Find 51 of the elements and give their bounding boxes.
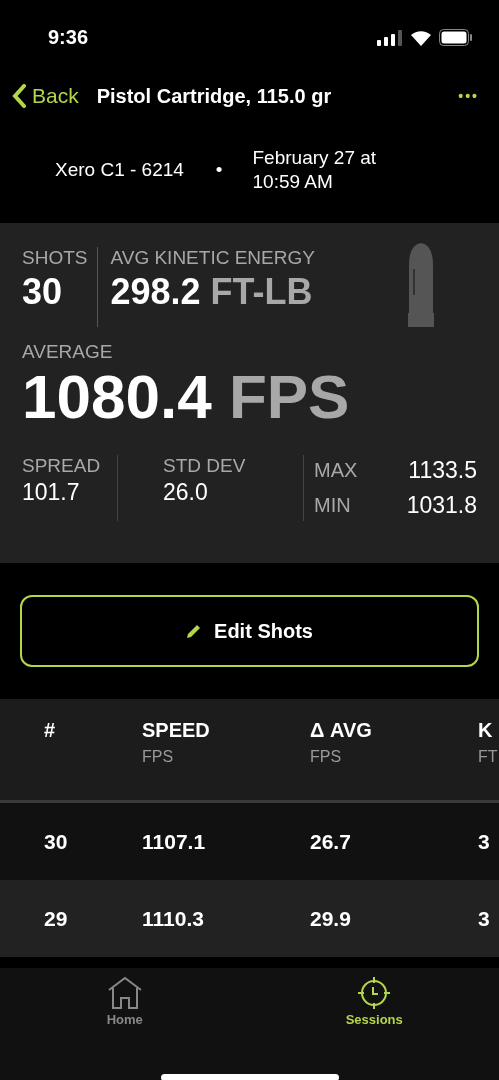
table-cell: 29.9 (310, 906, 351, 930)
stat-label: SPREAD (22, 455, 102, 478)
column-header: # (44, 719, 57, 742)
average-speed: 1080.4 (22, 362, 212, 431)
column-header: K (478, 719, 494, 742)
battery-icon (439, 29, 473, 46)
table-cell: 1110.3 (142, 906, 204, 930)
stat-label: MAX (314, 459, 359, 483)
stat-value: 26.0 (163, 479, 209, 507)
chevron-left-icon (12, 84, 26, 108)
stat-value: 298.2 (110, 271, 201, 312)
pencil-icon (186, 623, 203, 639)
stat-value: 1133.5 (407, 457, 477, 485)
stat-label: STD DEV (163, 455, 247, 478)
table-cell: 29 (44, 906, 68, 930)
home-icon (106, 976, 143, 1010)
column-header: SPEED (142, 719, 211, 742)
signal-icon (377, 29, 403, 46)
column-unit: FPS (142, 748, 175, 766)
edit-shots-button[interactable]: Edit Shots (20, 595, 479, 667)
unit-label: FPS (228, 362, 350, 431)
stat-label: AVERAGE (22, 341, 114, 363)
screen-title: Pistol Cartridge, 115.0 gr (96, 84, 333, 108)
wifi-icon (410, 29, 432, 46)
table-cell: 26.7 (310, 829, 351, 853)
column-unit: FPS (310, 748, 343, 766)
table-row[interactable]: 29 1110.3 29.9 3 (0, 880, 499, 957)
table-cell: 1107.1 (142, 829, 206, 853)
bullet-icon (407, 243, 435, 327)
table-cell: 30 (44, 829, 68, 853)
device-name: Xero C1 - 6214 (55, 159, 184, 181)
crosshair-icon (356, 976, 393, 1010)
more-button[interactable]: ••• (450, 88, 487, 104)
table-row[interactable]: 30 1107.1 26.7 3 (0, 803, 499, 880)
column-header: Δ AVG (310, 719, 373, 742)
column-unit: FT (478, 748, 499, 766)
stat-label: SHOTS (22, 247, 88, 269)
stat-label: AVG KINETIC ENERGY (110, 247, 316, 269)
session-date: February 27 at 10:59 AM (252, 146, 378, 194)
stat-label: MIN (314, 494, 352, 518)
tab-item[interactable]: Sessions (249, 976, 499, 1036)
stat-value: 1031.8 (406, 492, 477, 520)
tab-item[interactable]: Home (0, 976, 250, 1036)
table-cell: 3 (478, 829, 490, 853)
separator-dot: • (215, 159, 223, 181)
stat-value: 30 (22, 271, 64, 313)
stat-value: 101.7 (22, 479, 81, 507)
back-button[interactable]: Back (12, 84, 79, 108)
table-cell: 3 (478, 906, 490, 930)
status-time: 9:36 (48, 26, 89, 49)
unit-label: FT-LB (210, 271, 313, 312)
